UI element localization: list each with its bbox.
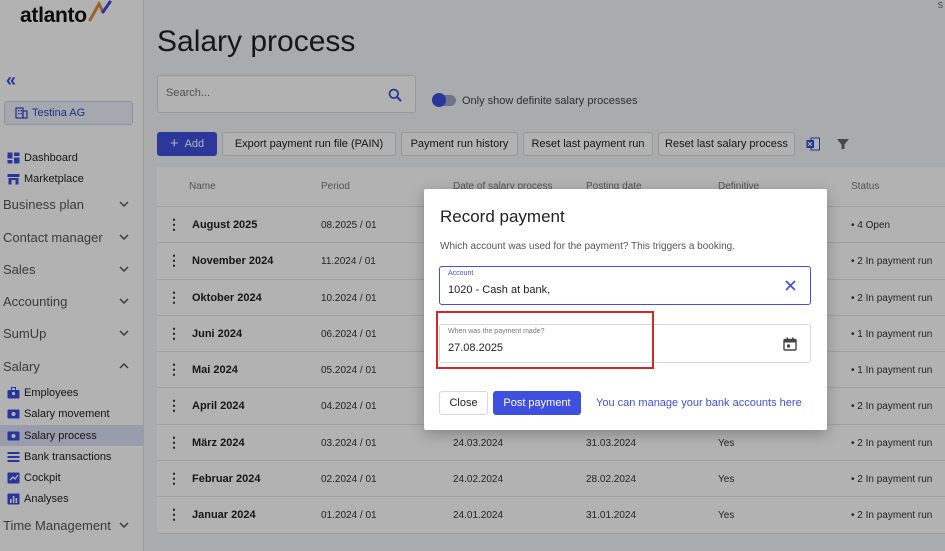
account-value: 1020 - Cash at bank, — [448, 284, 551, 296]
account-field[interactable]: Account 1020 - Cash at bank, — [439, 266, 811, 305]
account-label: Account — [448, 270, 474, 277]
dialog-description: Which account was used for the payment? … — [440, 241, 735, 252]
manage-bank-accounts-link[interactable]: You can manage your bank accounts here — [596, 397, 802, 409]
record-payment-dialog: Record payment Which account was used fo… — [424, 189, 827, 430]
close-button[interactable]: Close — [439, 391, 488, 415]
payment-date-field[interactable]: When was the payment made? 27.08.2025 — [439, 324, 811, 363]
dialog-title: Record payment — [440, 207, 565, 226]
clear-icon[interactable] — [785, 280, 796, 291]
post-payment-button[interactable]: Post payment — [493, 391, 581, 415]
calendar-icon[interactable] — [783, 337, 797, 351]
payment-date-value: 27.08.2025 — [448, 342, 504, 354]
payment-date-label: When was the payment made? — [448, 328, 545, 335]
corner-text: S — [937, 1, 943, 10]
